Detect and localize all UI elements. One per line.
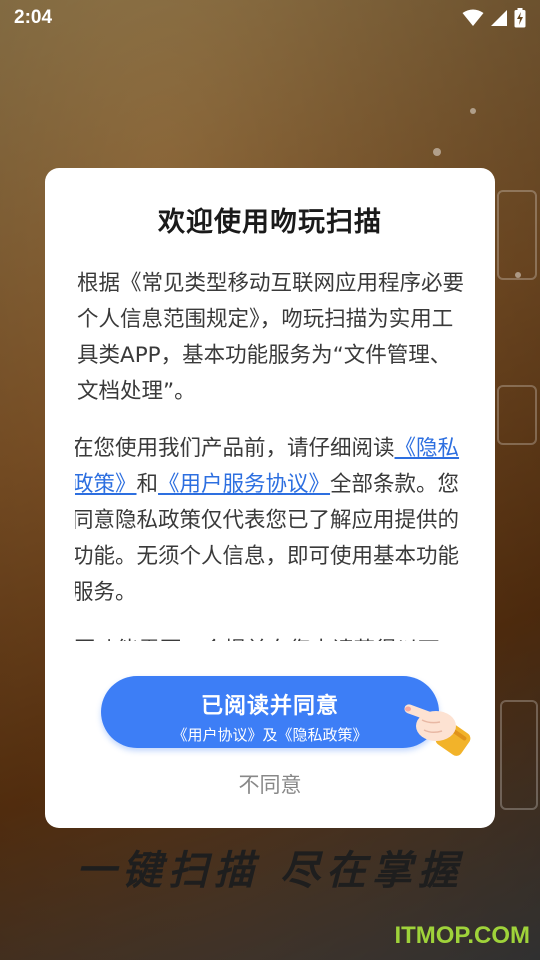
agree-button-sublabel: 《用户协议》及《隐私政策》: [172, 726, 368, 744]
disagree-button[interactable]: 不同意: [45, 768, 495, 802]
qr-decoration: [497, 385, 537, 445]
agree-button-label: 已阅读并同意: [200, 694, 339, 719]
user-agreement-link[interactable]: 《用户服务协议》: [158, 472, 330, 497]
permissions-paragraph: 因功能需要，会提前向您申请获得以下: [75, 633, 465, 641]
dialog-body[interactable]: 根据《常见类型移动互联网应用程序必要个人信息范围规定》，吻玩扫描为实用工具类AP…: [75, 266, 465, 641]
qr-decoration: [500, 700, 538, 810]
consent-text-pre: 在您使用我们产品前，请仔细阅读: [75, 436, 395, 461]
decorative-dot: [433, 148, 441, 156]
watermark: ITMOP.COM: [394, 922, 530, 949]
consent-paragraph: 在您使用我们产品前，请仔细阅读《隐私政策》和《用户服务协议》全部条款。您同意隐私…: [75, 431, 465, 611]
decorative-dot: [470, 108, 476, 114]
wifi-icon: [462, 9, 484, 26]
status-icons: [462, 8, 526, 28]
background-slogan: 一键扫描 尽在掌握: [76, 848, 464, 894]
battery-charging-icon: [514, 8, 526, 28]
intro-paragraph: 根据《常见类型移动互联网应用程序必要个人信息范围规定》，吻玩扫描为实用工具类AP…: [77, 271, 465, 404]
privacy-dialog: 欢迎使用吻玩扫描 根据《常见类型移动互联网应用程序必要个人信息范围规定》，吻玩扫…: [45, 168, 495, 828]
agree-button[interactable]: 已阅读并同意 《用户协议》及《隐私政策》: [101, 676, 439, 748]
signal-icon: [491, 10, 507, 26]
pointing-hand-icon: [404, 704, 471, 756]
status-time: 2:04: [14, 7, 53, 28]
qr-decoration: [497, 190, 537, 280]
dialog-title: 欢迎使用吻玩扫描: [158, 207, 382, 238]
status-bar: 2:04: [0, 0, 540, 36]
consent-text-and: 和: [136, 472, 159, 497]
